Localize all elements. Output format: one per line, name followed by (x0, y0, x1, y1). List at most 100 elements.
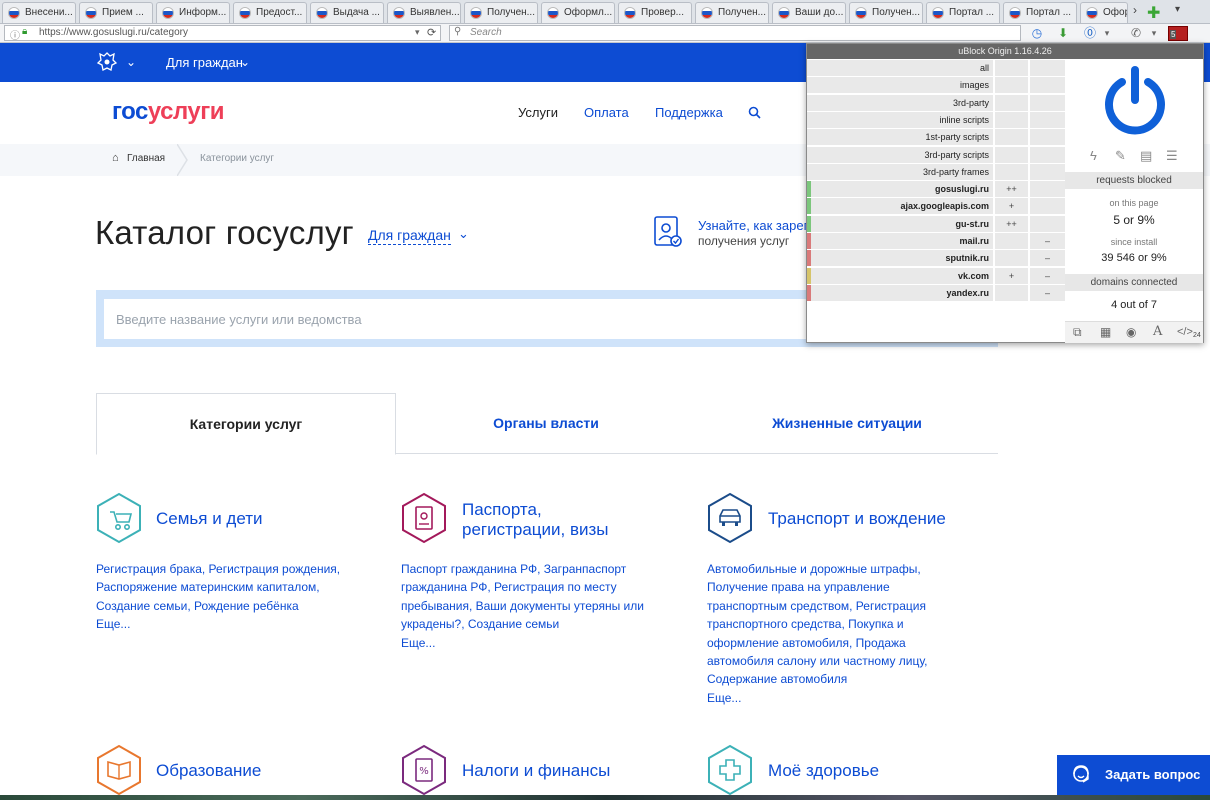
coat-of-arms-icon[interactable] (96, 51, 118, 73)
more-link[interactable]: Еще... (96, 615, 366, 633)
health-cross-icon[interactable] (707, 744, 753, 796)
search-icon[interactable] (748, 106, 761, 119)
ublock-row-local-cell[interactable] (1030, 129, 1065, 146)
ublock-row-global-cell[interactable] (995, 77, 1028, 94)
category-link[interactable]: Распоряжение материнским капиталом, (96, 578, 366, 596)
remote-fonts-icon[interactable]: A (1153, 324, 1162, 339)
media-icon[interactable]: ▦ (1100, 325, 1111, 339)
passport-icon[interactable] (401, 492, 447, 544)
ublock-row-local-cell[interactable]: – (1030, 267, 1065, 284)
sync-icon[interactable]: ⓪ (1083, 26, 1097, 40)
coat-dropdown-icon[interactable]: ⌄ (126, 55, 136, 69)
category-link[interactable]: оформление автомобиля, Продажа (707, 634, 977, 652)
taxes-document-icon[interactable]: % (401, 744, 447, 796)
ublock-row[interactable]: 3rd-party (807, 94, 1065, 111)
ublock-row[interactable]: 3rd-party scripts (807, 146, 1065, 163)
ublock-row-global-cell[interactable]: ++ (995, 215, 1028, 232)
ublock-row[interactable]: 1st-party scripts (807, 129, 1065, 146)
education-book-icon[interactable] (96, 744, 142, 796)
ublock-row-local-cell[interactable] (1030, 198, 1065, 215)
nav-podderzhka[interactable]: Поддержка (655, 105, 723, 120)
ublock-row-local-cell[interactable] (1030, 111, 1065, 128)
ublock-row-local-cell[interactable] (1030, 215, 1065, 232)
ublock-row-local-cell[interactable] (1030, 94, 1065, 111)
ublock-toolbar-icon[interactable]: 5 (1168, 26, 1188, 41)
ublock-row[interactable]: 3rd-party frames (807, 163, 1065, 180)
new-tab-icon[interactable]: ✚ (1147, 3, 1160, 23)
browser-search-bar[interactable]: ⚲ Search (449, 25, 1021, 41)
site-info-icon[interactable]: ⓘ (10, 27, 20, 42)
extension-icon[interactable]: ✆ (1129, 26, 1143, 40)
promo-link[interactable]: Узнайте, как зарегис (698, 218, 822, 233)
category-link[interactable]: транспортным средством, Регистрация (707, 597, 977, 615)
ublock-row[interactable]: ajax.googleapis.com + (807, 198, 1065, 215)
gosuslugi-logo[interactable]: госуслуги (112, 98, 225, 126)
ublock-row-global-cell[interactable] (995, 60, 1028, 76)
more-link[interactable]: Еще... (707, 689, 977, 707)
browser-tab[interactable]: Портал ... (926, 2, 1000, 23)
browser-tab[interactable]: Оформл... (541, 2, 615, 23)
audience-dropdown-icon[interactable]: ⌄ (240, 55, 250, 69)
browser-tab[interactable]: Выявлен... (387, 2, 461, 23)
ublock-row[interactable]: yandex.ru – (807, 284, 1065, 301)
element-picker-icon[interactable]: ✎ (1115, 148, 1126, 164)
url-dropdown-icon[interactable]: ▾ (415, 27, 420, 38)
browser-tab[interactable]: Предост... (233, 2, 307, 23)
audience-select-chevron-icon[interactable]: ⌄ (458, 226, 469, 242)
scripts-icon[interactable]: </> (1177, 326, 1193, 338)
car-icon[interactable] (707, 492, 753, 544)
history-icon[interactable]: ◷ (1030, 26, 1044, 40)
ublock-row-local-cell[interactable] (1030, 146, 1065, 163)
browser-tab[interactable]: Портал ... (1003, 2, 1077, 23)
category-education-title[interactable]: Образование (156, 760, 261, 781)
category-passports-title-line1[interactable]: Паспорта, (462, 499, 542, 520)
nav-uslugi[interactable]: Услуги (518, 105, 558, 120)
audience-switch[interactable]: Для граждан (166, 55, 243, 70)
copy-icon[interactable]: ⧉ (1073, 325, 1082, 340)
category-health-title[interactable]: Моё здоровье (768, 760, 879, 781)
nav-oplata[interactable]: Оплата (584, 105, 629, 120)
menu-dropdown-icon[interactable]: ▾ (1100, 26, 1114, 40)
category-link[interactable]: Регистрация брака, Регистрация рождения, (96, 560, 366, 578)
no-popups-icon[interactable]: ϟ (1090, 148, 1097, 163)
category-taxes-title[interactable]: Налоги и финансы (462, 760, 610, 781)
ublock-row-global-cell[interactable] (995, 129, 1028, 146)
category-family-title[interactable]: Семья и дети (156, 508, 263, 529)
ublock-row-global-cell[interactable] (995, 111, 1028, 128)
ublock-row-local-cell[interactable] (1030, 163, 1065, 180)
ublock-row[interactable]: inline scripts (807, 111, 1065, 128)
category-link[interactable]: гражданина РФ, Регистрация по месту (401, 578, 681, 596)
category-link[interactable]: автомобиля салону или частному лицу, (707, 652, 977, 670)
category-link[interactable]: Содержание автомобиля (707, 670, 977, 688)
audience-select[interactable]: Для граждан (368, 227, 451, 245)
ask-question-button[interactable]: Задать вопрос (1057, 755, 1210, 795)
ublock-row[interactable]: gu-st.ru ++ (807, 215, 1065, 232)
more-link[interactable]: Еще... (401, 634, 681, 652)
browser-tab[interactable]: Прием ... (79, 2, 153, 23)
ublock-row-local-cell[interactable] (1030, 77, 1065, 94)
browser-tab[interactable]: Получен... (695, 2, 769, 23)
ublock-row-local-cell[interactable] (1030, 181, 1065, 198)
home-icon[interactable]: ⌂ (112, 152, 119, 164)
ublock-row[interactable]: mail.ru – (807, 233, 1065, 249)
browser-tab[interactable]: Офор (1080, 2, 1128, 23)
browser-tab[interactable]: Получен... (849, 2, 923, 23)
ublock-row[interactable]: images (807, 77, 1065, 94)
ublock-row-global-cell[interactable]: + (995, 267, 1028, 284)
family-stroller-icon[interactable] (96, 492, 142, 544)
category-link[interactable]: Паспорт гражданина РФ, Загранпаспорт (401, 560, 681, 578)
browser-tab[interactable]: Получен... (464, 2, 538, 23)
category-passports-title-line2[interactable]: регистрации, визы (462, 519, 609, 540)
category-link[interactable]: Создание семьи, Рождение ребёнка (96, 597, 366, 615)
address-bar[interactable]: ⓘ 🔒︎ https://www.gosuslugi.ru/category ▾… (4, 25, 441, 42)
ublock-row-local-cell[interactable] (1030, 60, 1065, 76)
browser-tab[interactable]: Провер... (618, 2, 692, 23)
category-transport-title[interactable]: Транспорт и вождение (768, 508, 946, 529)
ublock-row-global-cell[interactable] (995, 163, 1028, 180)
ublock-row-local-cell[interactable]: – (1030, 233, 1065, 249)
breadcrumb-home[interactable]: Главная (127, 153, 165, 164)
ublock-row-global-cell[interactable] (995, 94, 1028, 111)
tab-life-situations[interactable]: Жизненные ситуации (696, 393, 998, 455)
tab-categories[interactable]: Категории услуг (96, 393, 396, 455)
reload-icon[interactable]: ⟳ (427, 26, 436, 39)
